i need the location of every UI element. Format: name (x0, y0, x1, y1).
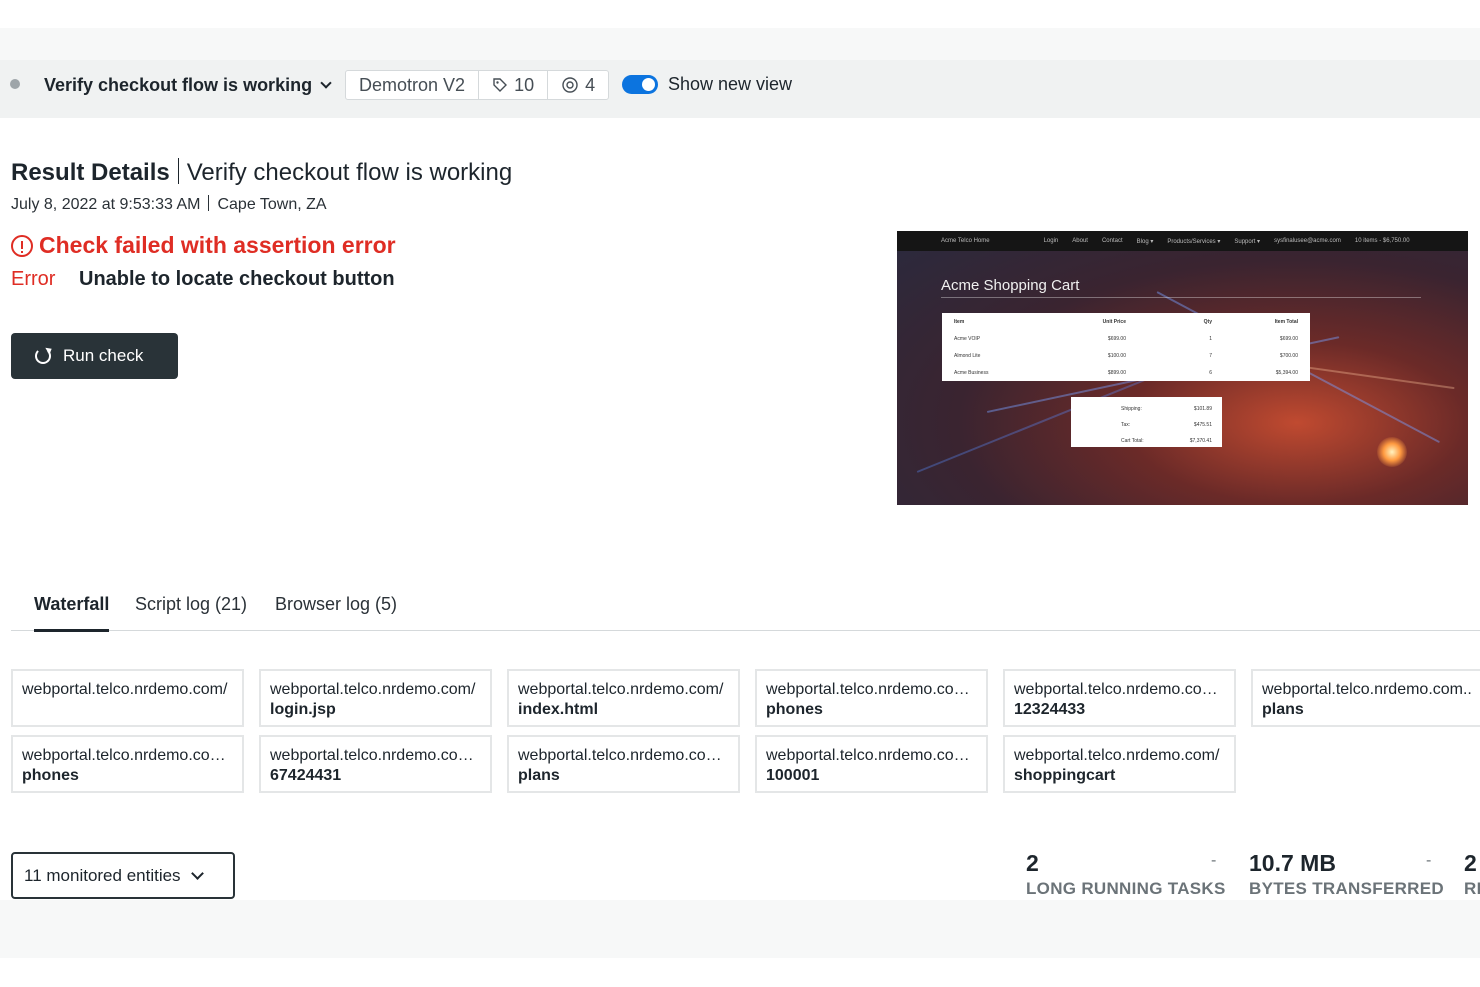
table-row: Item Unit Price Qty Item Total (954, 318, 1298, 325)
waterfall-card[interactable]: webportal.telco.nrdemo.com... plans (1251, 669, 1480, 727)
locations-link[interactable]: 4 (547, 71, 608, 99)
table-row: Acme VOIP $699.00 1 $699.00 (954, 335, 1298, 342)
run-check-button[interactable]: Run check (11, 333, 178, 379)
tab-browser-log[interactable]: Browser log (5) (275, 594, 397, 629)
metric-long-running-tasks: 2 LONG RUNNING TASKS (1026, 850, 1226, 898)
new-view-toggle-label: Show new view (668, 74, 793, 94)
refresh-icon (35, 348, 51, 364)
waterfall-card[interactable]: webportal.telco.nrdemo.com... phones (11, 735, 244, 793)
light-glow (1377, 437, 1407, 467)
chevron-down-icon (320, 77, 332, 89)
result-tabs: Waterfall Script log (21) Browser log (5… (11, 590, 1480, 632)
top-band (0, 28, 1480, 60)
new-view-toggle[interactable] (622, 75, 658, 94)
status-dot-icon (10, 79, 20, 89)
error-label: Error (11, 268, 56, 290)
tab-waterfall[interactable]: Waterfall (34, 594, 110, 632)
waterfall-card[interactable]: webportal.telco.nrdemo.com... phones (755, 669, 988, 727)
page-title-check: Verify checkout flow is working (186, 159, 513, 186)
screenshot-nav: Acme Telco Home Login About Contact Blog… (897, 231, 1468, 251)
metric-bytes-transferred: 10.7 MB BYTES TRANSFERRED (1249, 850, 1444, 898)
metric-separator: - (1211, 852, 1217, 869)
waterfall-card[interactable]: webportal.telco.nrdemo.com/shoppingcart (1003, 735, 1236, 793)
tags-link[interactable]: 10 (478, 71, 547, 99)
locations-count: 4 (585, 74, 596, 95)
waterfall-card[interactable]: webportal.telco.nrdemo.com... 67424431 (259, 735, 492, 793)
result-timestamp: July 8, 2022 at 9:53:33 AM (11, 196, 201, 213)
chevron-down-icon (190, 866, 204, 880)
location-icon (562, 77, 578, 93)
failure-screenshot[interactable]: Acme Telco Home Login About Contact Blog… (897, 231, 1468, 505)
account-link[interactable]: Demotron V2 (346, 71, 478, 99)
header-bar: Verify checkout flow is working Demotron… (0, 60, 1480, 118)
tag-icon (493, 78, 508, 92)
monitored-entities-dropdown[interactable]: 11 monitored entities (11, 852, 235, 899)
bottom-band (0, 900, 1480, 958)
waterfall-card[interactable]: webportal.telco.nrdemo.com... 100001 (755, 735, 988, 793)
alert-circle-icon (11, 234, 33, 257)
check-selector[interactable]: Verify checkout flow is working (44, 75, 332, 96)
table-row: Almond Lite $100.00 7 $700.00 (954, 352, 1298, 359)
waterfall-card[interactable]: webportal.telco.nrdemo.com/login.jsp (259, 669, 492, 727)
failure-heading: Check failed with assertion error (11, 232, 396, 259)
tab-script-log[interactable]: Script log (21) (135, 594, 247, 629)
result-subline: July 8, 2022 at 9:53:33 AM Cape Town, ZA (11, 195, 327, 214)
error-message: Unable to locate checkout button (79, 268, 395, 290)
monitored-entities-label: 11 monitored entities (24, 865, 181, 885)
waterfall-card[interactable]: webportal.telco.nrdemo.com... 12324433 (1003, 669, 1236, 727)
waterfall-card[interactable]: webportal.telco.nrdemo.com/index.html (507, 669, 740, 727)
check-selector-label: Verify checkout flow is working (44, 75, 313, 95)
metric-requests: 2 RE (1464, 850, 1480, 898)
metric-separator: - (1426, 852, 1432, 869)
failure-text: Check failed with assertion error (39, 232, 396, 258)
page-title: Result Details Verify checkout flow is wo… (11, 158, 513, 186)
screenshot-cart-totals: Shipping: $101.89 Tax: $475.51 Cart Total:… (1071, 397, 1222, 447)
run-check-label: Run check (63, 346, 144, 365)
result-location: Cape Town, ZA (217, 196, 327, 213)
account-name: Demotron V2 (359, 74, 466, 95)
waterfall-card[interactable]: webportal.telco.nrdemo.com... plans (507, 735, 740, 793)
screenshot-cart-table: Item Unit Price Qty Item Total Acme VOIP… (942, 313, 1310, 381)
waterfall-card[interactable]: webportal.telco.nrdemo.com/ (11, 669, 244, 727)
table-row: Acme Business $899.00 6 $5,394.00 (954, 369, 1298, 376)
screenshot-heading: Acme Shopping Cart (941, 277, 1080, 294)
tags-count: 10 (514, 74, 535, 95)
check-meta: Demotron V2 10 4 (345, 70, 610, 100)
